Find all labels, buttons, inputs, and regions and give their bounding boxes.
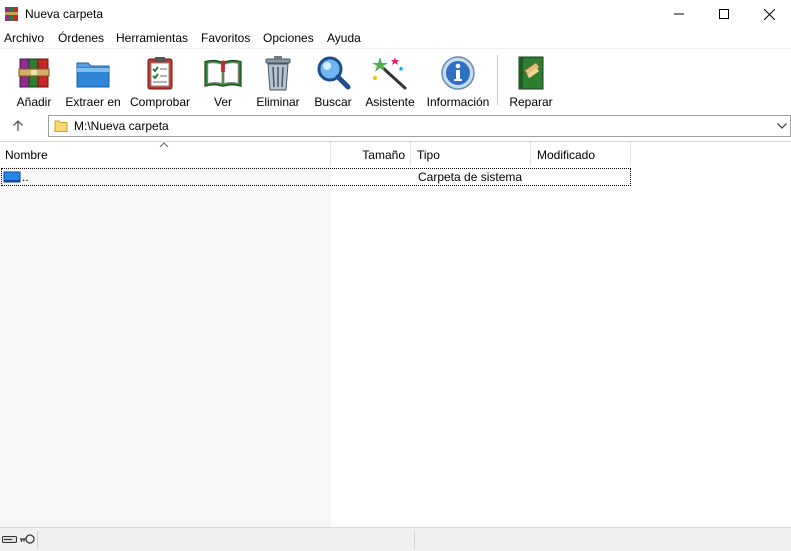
- column-type-label: Tipo: [417, 148, 440, 162]
- column-header-size[interactable]: Tamaño: [331, 142, 411, 166]
- menu-favoritos[interactable]: Favoritos: [201, 31, 250, 45]
- find-label: Buscar: [314, 95, 352, 109]
- parent-folder-icon: [3, 171, 21, 183]
- menu-herramientas[interactable]: Herramientas: [116, 31, 188, 45]
- wizard-button[interactable]: Asistente: [363, 53, 417, 111]
- folder-icon: [54, 120, 68, 132]
- repair-label: Reparar: [509, 95, 553, 109]
- trash-can-icon: [265, 56, 291, 91]
- status-divider: [414, 531, 415, 549]
- status-divider: [37, 531, 38, 549]
- sort-ascending-icon: [159, 142, 169, 148]
- info-button[interactable]: Información: [423, 53, 493, 111]
- menu-ayuda[interactable]: Ayuda: [327, 31, 361, 45]
- delete-button[interactable]: Eliminar: [254, 53, 302, 111]
- address-path: M:\Nueva carpeta: [74, 119, 169, 133]
- column-size-label: Tamaño: [362, 148, 405, 162]
- info-icon: [441, 56, 475, 90]
- toolbar-separator: [497, 55, 498, 105]
- minimize-icon: [674, 13, 684, 15]
- extract-to-label: Extraer en: [65, 95, 121, 109]
- row-type: Carpeta de sistema: [418, 170, 523, 184]
- toolbar: Añadir Extraer en Comprobar Ver Eliminar…: [0, 48, 791, 112]
- list-header: Nombre Tamaño Tipo Modificado: [0, 142, 631, 167]
- close-button[interactable]: [746, 0, 791, 28]
- row-name: ..: [22, 170, 29, 184]
- add-button[interactable]: Añadir: [12, 53, 56, 111]
- column-header-name[interactable]: Nombre: [0, 142, 331, 166]
- view-label: Ver: [213, 95, 232, 109]
- window-title: Nueva carpeta: [25, 7, 104, 21]
- address-row: M:\Nueva carpeta: [0, 112, 791, 140]
- winrar-window: Nueva carpeta Archivo Órdenes Herramient…: [0, 0, 791, 551]
- magnifier-icon: [317, 56, 351, 90]
- magic-wand-icon: [372, 57, 407, 90]
- column-header-type[interactable]: Tipo: [411, 142, 531, 166]
- menu-archivo[interactable]: Archivo: [4, 31, 44, 45]
- find-button[interactable]: Buscar: [311, 53, 355, 111]
- file-list[interactable]: Nombre Tamaño Tipo Modificado .. Carpeta…: [0, 142, 791, 527]
- menu-bar: Archivo Órdenes Herramientas Favoritos O…: [0, 28, 791, 48]
- column-name-label: Nombre: [5, 148, 48, 162]
- extract-folder-icon: [76, 62, 110, 88]
- menu-ordenes[interactable]: Órdenes: [58, 31, 104, 45]
- maximize-button[interactable]: [701, 0, 747, 28]
- disk-drive-icon[interactable]: [2, 535, 17, 544]
- delete-label: Eliminar: [256, 95, 300, 109]
- view-button[interactable]: Ver: [201, 53, 245, 111]
- title-bar[interactable]: Nueva carpeta: [0, 0, 791, 28]
- table-row[interactable]: .. Carpeta de sistema: [1, 168, 631, 186]
- test-button[interactable]: Comprobar: [127, 53, 193, 111]
- chevron-down-icon: [777, 123, 787, 129]
- winrar-app-icon[interactable]: [4, 6, 20, 22]
- info-label: Información: [426, 95, 490, 109]
- extract-to-button[interactable]: Extraer en: [64, 53, 122, 111]
- wizard-label: Asistente: [365, 95, 415, 109]
- repair-book-icon: [518, 56, 544, 90]
- minimize-button[interactable]: [656, 0, 702, 28]
- menu-opciones[interactable]: Opciones: [263, 31, 314, 45]
- column-modified-label: Modificado: [537, 148, 596, 162]
- test-label: Comprobar: [129, 95, 191, 109]
- key-icon[interactable]: [19, 533, 35, 545]
- add-label: Añadir: [16, 95, 52, 109]
- address-dropdown-button[interactable]: [775, 119, 789, 133]
- column-header-modified[interactable]: Modificado: [531, 142, 631, 166]
- status-bar: [0, 527, 791, 551]
- arrow-up-icon: [13, 120, 23, 131]
- up-folder-button[interactable]: [8, 117, 28, 135]
- name-column-background: [0, 167, 331, 527]
- maximize-icon: [719, 9, 729, 19]
- close-icon: [763, 8, 775, 20]
- add-archive-icon: [18, 58, 50, 88]
- repair-button[interactable]: Reparar: [508, 53, 554, 111]
- open-book-icon: [204, 59, 242, 87]
- clipboard-check-icon: [147, 57, 173, 90]
- address-combobox[interactable]: M:\Nueva carpeta: [48, 115, 791, 137]
